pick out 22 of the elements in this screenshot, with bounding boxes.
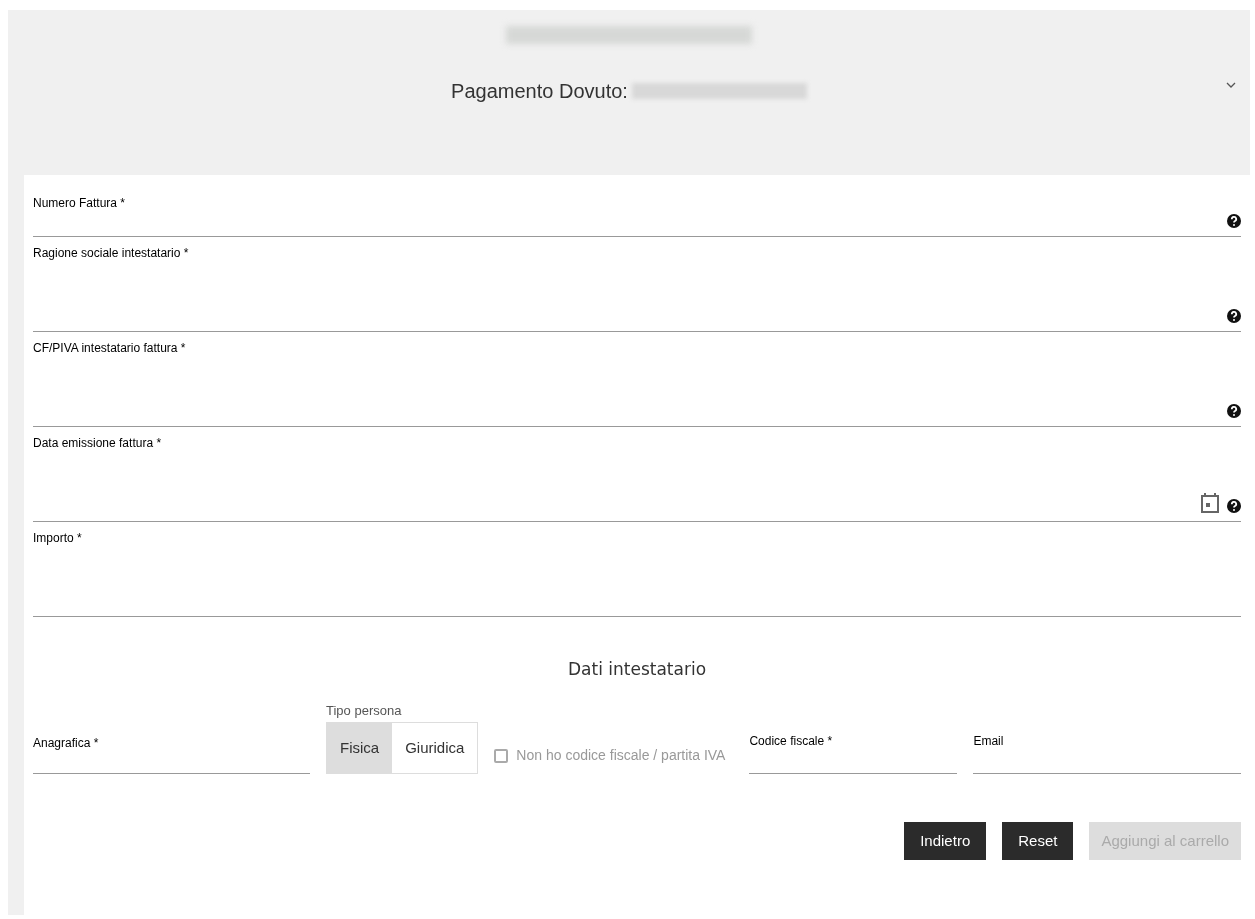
- help-icon[interactable]: [1227, 404, 1241, 418]
- action-button[interactable]: Indietro: [904, 822, 987, 860]
- toggle-option[interactable]: Fisica: [327, 723, 393, 773]
- field-label: Tipo persona: [326, 701, 403, 720]
- field-label: Anagrafica *: [33, 735, 99, 752]
- help-icon[interactable]: [1227, 499, 1241, 513]
- section-title: Dati intestatario: [566, 658, 708, 681]
- field-label: Data emissione fattura *: [33, 435, 163, 452]
- checkbox-label: Non ho codice fiscale / partita IVA: [516, 746, 726, 765]
- field-label: CF/PIVA intestatario fattura *: [33, 340, 187, 357]
- checkbox[interactable]: [494, 748, 509, 763]
- help-icon[interactable]: [1227, 214, 1241, 228]
- calendar-icon[interactable]: [1201, 493, 1219, 513]
- chevron-icon[interactable]: [1226, 82, 1236, 89]
- action-button[interactable]: Reset: [1002, 822, 1074, 860]
- field-label: Ragione sociale intestatario *: [33, 245, 190, 262]
- field-label: Codice fiscale *: [749, 734, 833, 748]
- field-label: Email: [973, 734, 1004, 748]
- page-title: Pagamento Dovuto:: [451, 79, 628, 104]
- field-label: Importo *: [33, 530, 83, 547]
- field-label: Numero Fattura *: [33, 195, 127, 212]
- help-icon[interactable]: [1227, 309, 1241, 323]
